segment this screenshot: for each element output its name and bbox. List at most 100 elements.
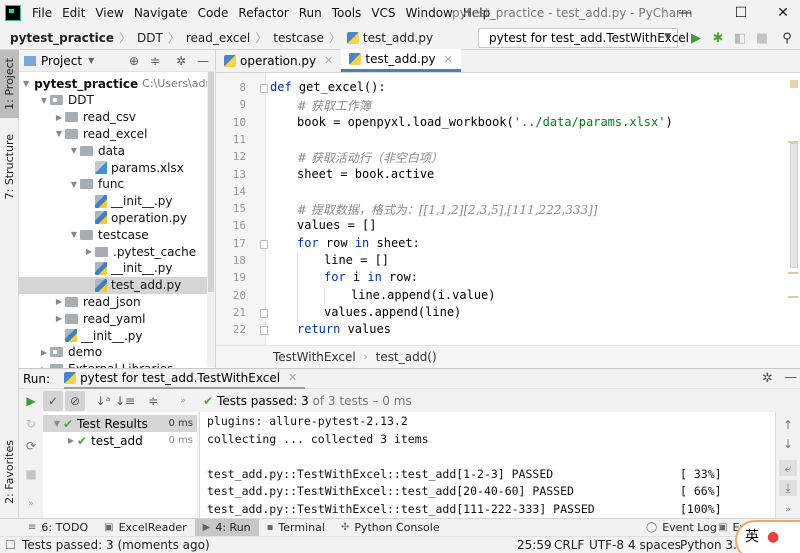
code-line[interactable]: line.append(i.value) [351,288,496,302]
tab-structure[interactable]: 7: Structure [0,122,19,212]
chevron-right-icon[interactable]: ▶ [65,436,77,445]
menu-refactor[interactable]: Refactor [233,6,293,20]
menu-window[interactable]: Window [401,6,458,20]
tree-item[interactable]: operation.py [19,209,215,226]
code-line[interactable]: def get_excel(): [270,80,386,94]
breadcrumb-class[interactable]: TestWithExcel [273,350,356,364]
tree-item[interactable]: ▼ data [19,142,215,159]
chevron-right-icon[interactable]: ▶ [53,113,65,122]
expand-all-icon[interactable]: ≑ [143,391,163,411]
tree-item[interactable]: ▶External Libraries [19,361,215,368]
tree-item[interactable]: __init__.py [19,193,215,210]
stop-icon[interactable]: ■ [21,464,41,484]
chevron-down-icon[interactable]: ▼ [68,146,80,155]
code-line[interactable]: values = [] [297,218,376,232]
close-tab-icon[interactable]: ✕ [444,53,453,66]
rerun-icon[interactable]: ▶ [21,391,41,411]
toggle-auto-test-icon[interactable]: ⟳ [21,436,41,456]
fold-marker-icon[interactable] [260,308,268,318]
tree-item[interactable]: ▼ DDT [19,92,215,109]
chevron-down-icon[interactable]: ▼ [23,79,29,88]
test-result-item[interactable]: ▶ ✔ test_add 0 ms [43,432,197,449]
collapse-all-icon[interactable]: ≑ [150,54,160,68]
ime-indicator[interactable]: 英 ● [735,520,800,553]
maximize-button[interactable]: ☐ [718,0,764,26]
chevron-right-icon[interactable]: ▶ [53,297,65,306]
tool-button-4-run[interactable]: ▶ 4: Run [194,518,259,537]
run-icon[interactable]: ▶ [688,30,704,46]
tree-item[interactable]: ▶ read_csv [19,109,215,126]
gear-icon[interactable]: ✲ [762,371,773,386]
code-line[interactable]: # 获取工作簿 [297,97,371,114]
code-line[interactable]: line = [] [324,253,389,267]
breadcrumb-item[interactable]: testcase [269,31,327,45]
chevron-down-icon[interactable]: ▼ [68,230,80,239]
menu-vcs[interactable]: VCS [366,6,400,20]
project-view-select[interactable]: Project ▼ [24,54,94,68]
tool-button-terminal[interactable]: ▪ Terminal [259,519,333,537]
scroll-marker[interactable] [788,296,798,298]
tree-item[interactable]: ▼ func [19,176,215,193]
tree-item[interactable]: ▶ read_json [19,293,215,310]
debug-icon[interactable]: ✱ [710,30,726,46]
tree-item[interactable]: ▼ testcase [19,226,215,243]
editor-tab[interactable]: operation.py ✕ [216,49,341,72]
close-tab-icon[interactable]: ✕ [324,54,333,67]
chevron-down-icon[interactable]: ▼ [38,96,50,105]
rerun-failed-icon[interactable]: ↻ [21,414,41,434]
tree-item[interactable]: test_add.py [19,276,215,294]
code-line[interactable]: # 提取数据，格式为：[[1,1,2][2,3,5],[111,222,333]… [297,201,598,218]
code-line[interactable]: for i in row: [324,270,418,284]
tab-favorites[interactable]: 2: Favorites [0,432,19,512]
chevron-down-icon[interactable]: ▼ [68,180,80,189]
status-message[interactable]: Tests passed: 3 (moments ago) [22,538,210,552]
chevron-right-icon[interactable]: ▶ [83,247,95,256]
menu-edit[interactable]: Edit [57,6,90,20]
menu-run[interactable]: Run [294,6,327,20]
chevron-down-icon[interactable]: ▼ [53,129,65,138]
code-line[interactable]: # 获取活动行（非空白项） [297,149,443,166]
hide-icon[interactable]: — [784,370,797,385]
scroll-marker[interactable] [788,272,798,274]
minimize-button[interactable]: — [662,0,708,26]
more-icon[interactable]: » [21,494,41,514]
close-tab-icon[interactable]: ✕ [288,371,297,384]
tree-item[interactable]: ▶ demo [19,344,215,361]
close-button[interactable]: ✕ [760,0,800,26]
menu-file[interactable]: File [27,6,57,20]
show-passed-icon[interactable]: ✓ [43,391,63,411]
indent-setting[interactable]: 4 spaces [628,538,681,552]
scrollbar-thumb[interactable] [208,72,214,292]
scroll-marker[interactable] [788,141,798,143]
fold-marker-icon[interactable] [260,326,268,336]
tool-button-excelreader[interactable]: ▣ ExcelReader [96,519,195,537]
sort-alpha-icon[interactable]: ↓ᵃ [93,391,113,411]
code-line[interactable]: for row in sheet: [297,236,420,250]
breadcrumb-item[interactable]: DDT [133,31,166,45]
breadcrumb-item[interactable]: test_add.py [343,31,436,45]
more-icon[interactable]: » [173,391,193,411]
scroll-up-icon[interactable]: ↑ [779,417,797,433]
file-encoding[interactable]: UTF-8 [589,538,624,552]
chevron-down-icon[interactable]: ▼ [51,419,63,428]
more-icon[interactable]: » [779,502,797,518]
caret-position[interactable]: 25:59 [517,538,552,552]
code-line[interactable]: values.append(line) [324,305,461,319]
scroll-to-end-icon[interactable]: ⤓ [779,480,797,496]
coverage-icon[interactable]: ◧ [732,30,748,46]
chevron-right-icon[interactable]: ▶ [38,348,50,357]
tree-item[interactable]: ▼ read_excel [19,125,215,142]
tool-button-6-todo[interactable]: ≡ 6: TODO [20,519,96,537]
breadcrumb-item[interactable]: pytest_practice [0,31,117,45]
line-separator[interactable]: CRLF [554,538,584,552]
tree-item[interactable]: params.xlsx [19,159,215,176]
status-toggle-icon[interactable]: ☐ [5,538,16,552]
tree-item[interactable]: ▶ .pytest_cache [19,243,215,260]
stop-icon[interactable]: ■ [754,30,770,46]
editor-scrollbar[interactable] [790,143,798,268]
fold-marker-icon[interactable] [260,239,268,249]
inspection-status-icon[interactable] [790,80,798,88]
search-icon[interactable]: ⚲ [779,30,795,46]
menu-code[interactable]: Code [193,6,234,20]
tree-item[interactable]: __init__.py [19,260,215,277]
